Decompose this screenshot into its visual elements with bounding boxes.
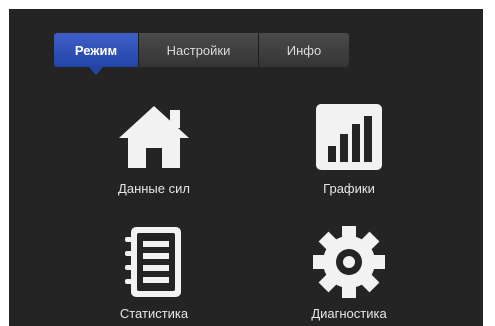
bar-chart-icon [309,97,389,177]
tile-data-button[interactable]: Данные сил [99,97,209,196]
tab-settings[interactable]: Настройки [139,33,259,67]
tile-statistics-button[interactable]: Статистика [99,222,209,321]
tile-charts-button[interactable]: Графики [294,97,404,196]
tile-charts-label: Графики [323,181,375,196]
tab-info-label: Инфо [286,42,322,58]
tab-settings-label: Настройки [166,42,231,58]
main-screen: Режим Настройки Инфо Данные сил Графики … [9,9,483,326]
tab-bar: Режим Настройки Инфо [54,33,349,75]
gear-icon [309,222,389,302]
notebook-icon [114,222,194,302]
tab-mode-label: Режим [74,42,118,58]
tab-mode[interactable]: Режим [54,33,139,75]
tab-info[interactable]: Инфо [259,33,349,67]
tile-diagnostics-button[interactable]: Диагностика [294,222,404,321]
tile-data-label: Данные сил [118,181,190,196]
tile-statistics-label: Статистика [119,306,189,321]
home-icon [114,97,194,177]
tile-diagnostics-label: Диагностика [311,306,387,321]
